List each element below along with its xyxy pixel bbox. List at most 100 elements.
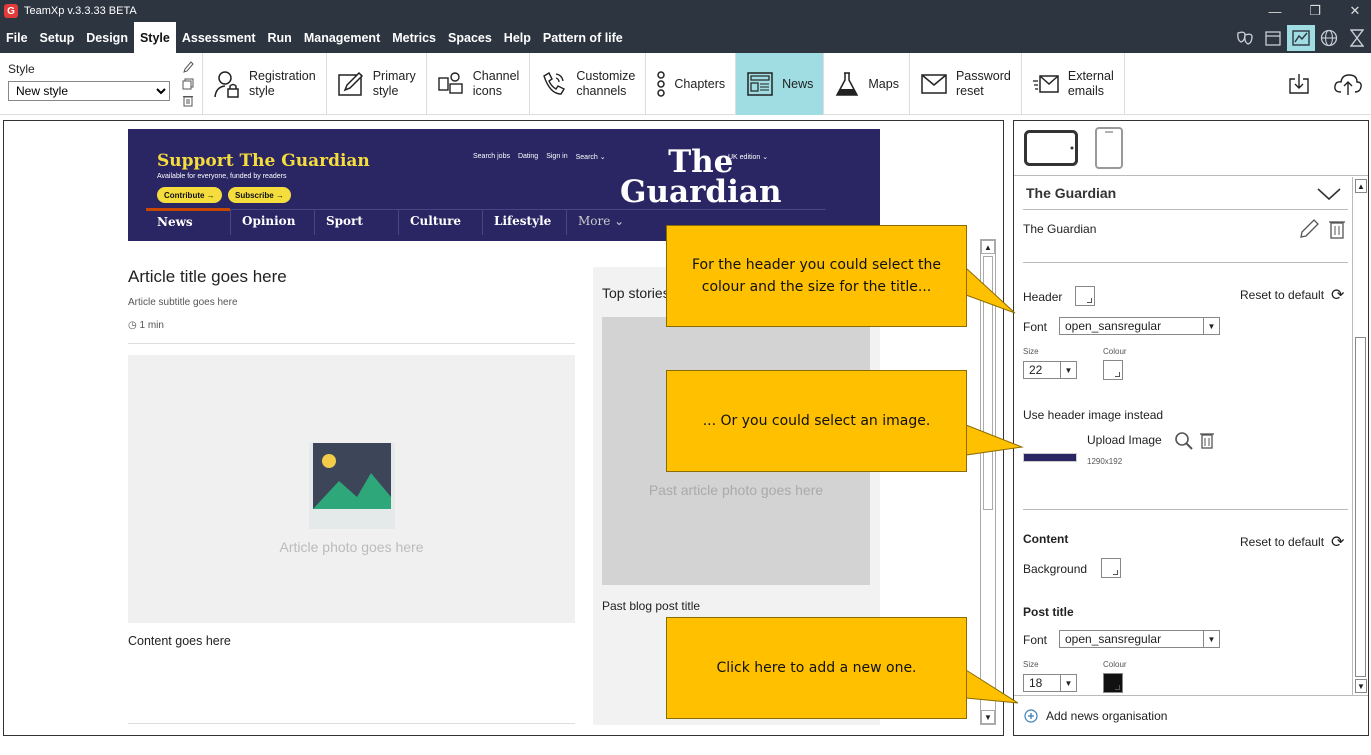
header-size-select[interactable]: 22 ▼	[1023, 361, 1077, 379]
refresh-icon[interactable]: ⟳	[1331, 532, 1344, 552]
edit-frame-icon	[337, 71, 363, 96]
dropdown-arrow-icon: ▼	[1203, 318, 1219, 334]
clock-icon: ◷	[128, 320, 140, 331]
scroll-up-icon[interactable]: ▲	[981, 240, 995, 254]
chapters-button[interactable]: Chapters	[646, 53, 737, 115]
past-post-title: Past blog post title	[602, 599, 701, 613]
menu-metrics[interactable]: Metrics	[386, 22, 442, 53]
header-size-label: Size	[1023, 347, 1039, 356]
menu-design[interactable]: Design	[80, 22, 134, 53]
primary-style-button[interactable]: Primary style	[327, 53, 427, 115]
password-reset-button[interactable]: Password reset	[910, 53, 1022, 115]
header-font-label: Font	[1023, 320, 1048, 334]
article-photo-caption: Article photo goes here	[279, 539, 424, 555]
header-title-colour-swatch[interactable]	[1103, 360, 1123, 380]
style-select[interactable]: New style	[8, 81, 170, 101]
settings-scrollbar[interactable]: ▲ ▼	[1352, 177, 1368, 695]
menu-file[interactable]: File	[0, 22, 34, 53]
header-colour-label: Colour	[1103, 347, 1127, 356]
trash-icon[interactable]	[1328, 218, 1346, 240]
post-title-colour-swatch[interactable]	[1103, 673, 1123, 693]
globe-icon[interactable]	[1315, 25, 1343, 51]
top-stories-title: Top stories	[602, 285, 670, 301]
scroll-thumb[interactable]	[1355, 337, 1366, 677]
header-colour-swatch[interactable]	[1075, 286, 1095, 306]
dating-link: Dating	[517, 153, 539, 160]
password-reset-label: Password reset	[955, 69, 1011, 98]
chevron-down-icon[interactable]	[1316, 186, 1342, 202]
search-icon[interactable]	[1174, 431, 1194, 451]
post-title-colour-label: Colour	[1103, 660, 1127, 669]
pencil-icon[interactable]	[182, 60, 194, 74]
close-icon[interactable]: ✕	[1335, 0, 1371, 22]
cloud-upload-icon[interactable]	[1333, 72, 1363, 96]
post-title-font-value: open_sansregular	[1065, 632, 1162, 646]
toolbar: Style New style Registration style Prima…	[0, 53, 1371, 115]
external-emails-button[interactable]: External emails	[1022, 53, 1125, 115]
masks-icon[interactable]	[1231, 25, 1259, 51]
dropdown-arrow-icon: ▼	[1060, 362, 1076, 378]
external-emails-label: External emails	[1067, 69, 1114, 98]
refresh-icon[interactable]: ⟳	[1331, 285, 1344, 305]
menu-help[interactable]: Help	[498, 22, 537, 53]
flask-icon	[836, 72, 859, 96]
callout-image-tip: ... Or you could select an image.	[666, 370, 967, 472]
devices-icon	[438, 72, 463, 94]
upload-image-link[interactable]: Upload Image	[1087, 433, 1162, 447]
calendar-icon[interactable]	[1259, 25, 1287, 51]
scroll-up-icon[interactable]: ▲	[1355, 179, 1367, 193]
phone-icon[interactable]	[1094, 126, 1124, 170]
menu-pattern-of-life[interactable]: Pattern of life	[537, 22, 629, 53]
customize-channels-label: Customize channels	[576, 69, 636, 98]
mode-icons	[1231, 22, 1371, 53]
pencil-icon[interactable]	[1298, 218, 1320, 240]
send-mail-icon	[1032, 75, 1059, 93]
maps-button[interactable]: Maps	[824, 53, 910, 115]
download-icon[interactable]	[1287, 72, 1311, 96]
header-reset-link[interactable]: Reset to default	[1240, 288, 1324, 302]
post-title-size-select[interactable]: 18 ▼	[1023, 674, 1077, 692]
news-button[interactable]: News	[736, 53, 825, 115]
tablet-icon[interactable]	[1024, 130, 1078, 166]
preview-scrollbar[interactable]: ▲ ▼	[980, 239, 996, 725]
app-window: G TeamXp v.3.3.33 BETA — ❐ ✕ File Setup …	[0, 0, 1371, 755]
scroll-thumb[interactable]	[983, 256, 993, 510]
dropdown-arrow-icon: ▼	[1060, 675, 1076, 691]
dropdown-arrow-icon: ▼	[1203, 631, 1219, 647]
header-font-select[interactable]: open_sansregular ▼	[1059, 317, 1220, 335]
trash-icon[interactable]	[182, 94, 194, 107]
settings-scroll-area: The Guardian The Guardian Header Reset t…	[1014, 176, 1368, 695]
registration-style-button[interactable]: Registration style	[202, 53, 327, 115]
minimize-icon[interactable]: —	[1255, 0, 1295, 22]
menu-assessment[interactable]: Assessment	[176, 22, 262, 53]
article-title: Article title goes here	[128, 267, 287, 286]
menu-management[interactable]: Management	[298, 22, 386, 53]
restore-icon[interactable]: ❐	[1295, 0, 1335, 22]
menu-spaces[interactable]: Spaces	[442, 22, 498, 53]
channel-icons-button[interactable]: Channel icons	[427, 53, 531, 115]
post-title-font-select[interactable]: open_sansregular ▼	[1059, 630, 1220, 648]
org-name-value: The Guardian	[1023, 222, 1097, 236]
content-reset-link[interactable]: Reset to default	[1240, 535, 1324, 549]
trash-icon[interactable]	[1199, 430, 1215, 450]
menu-run[interactable]: Run	[262, 22, 298, 53]
toolbar-right	[1287, 53, 1371, 115]
primary-style-label: Primary style	[372, 69, 416, 98]
menu-style[interactable]: Style	[133, 22, 176, 53]
customize-channels-button[interactable]: Customize channels	[530, 53, 647, 115]
background-colour-swatch[interactable]	[1101, 558, 1121, 578]
add-news-organisation-button[interactable]: Add news organisation	[1014, 695, 1368, 735]
scroll-down-icon[interactable]: ▼	[1355, 679, 1367, 693]
style-selector-group: Style New style	[0, 53, 174, 114]
menu-setup[interactable]: Setup	[34, 22, 81, 53]
copy-icon[interactable]	[182, 78, 194, 90]
read-time-value: 1 min	[139, 320, 164, 331]
style-tools	[174, 53, 202, 114]
scroll-down-icon[interactable]: ▼	[981, 710, 995, 724]
chart-icon[interactable]	[1287, 24, 1315, 51]
guardian-support-subtitle: Available for everyone, funded by reader…	[157, 173, 287, 180]
post-title-font-label: Font	[1023, 633, 1048, 647]
channel-icons-label: Channel icons	[472, 69, 520, 98]
divider	[1023, 509, 1348, 510]
hourglass-icon[interactable]	[1343, 25, 1371, 51]
